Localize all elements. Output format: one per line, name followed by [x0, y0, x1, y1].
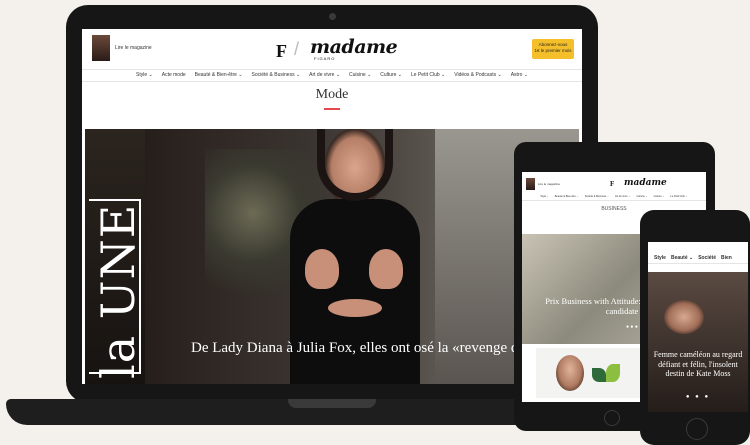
logo-divider: / — [294, 39, 300, 59]
site-header: Lire le magazine F / madame FIGARO Abonn… — [82, 29, 582, 70]
une-label: la UNE — [91, 203, 145, 379]
dress-cutout — [369, 249, 403, 289]
nav-item-societe[interactable]: Société & Business ⌄ — [251, 72, 300, 78]
laptop-screen: Lire le magazine F / madame FIGARO Abonn… — [82, 29, 582, 384]
dress-cutout — [328, 299, 382, 317]
magazine-cover-thumbnail[interactable] — [526, 178, 535, 190]
dress-cutout — [305, 249, 339, 289]
phone-screen: Style Beauté ⌄ Société Bien Femme camélé… — [648, 242, 748, 412]
figaro-logo-icon[interactable]: F — [610, 180, 614, 188]
nav-item-petit-club[interactable]: Le Petit Club ⌄ — [670, 195, 687, 198]
magazine-cover-thumbnail[interactable] — [92, 35, 110, 61]
nav-item-culture[interactable]: Culture ⌄ — [654, 195, 665, 198]
madame-logo[interactable]: madame — [624, 178, 667, 188]
camera-icon — [329, 13, 336, 20]
card-portrait — [556, 355, 584, 391]
subscribe-offer: 1€ le premier mois — [534, 48, 572, 53]
nav-item-cuisine[interactable]: Cuisine ⌄ — [349, 72, 371, 78]
social-icons[interactable]: ● ● ● — [648, 394, 748, 400]
section-title: Mode — [315, 87, 349, 102]
section-underline — [324, 108, 340, 110]
leaf-logo-icon — [592, 368, 606, 382]
hero-model-face — [664, 300, 704, 334]
phone-home-button — [686, 418, 708, 440]
nav-item-style[interactable]: Style ⌄ — [540, 195, 548, 198]
article-card[interactable] — [536, 348, 646, 398]
read-magazine-link[interactable]: Lire le magazine — [115, 45, 152, 51]
nav-item-style[interactable]: Style — [654, 255, 666, 261]
nav-item-style[interactable]: Style ⌄ — [136, 72, 153, 78]
nav-item-videos[interactable]: Vidéos & Podcasts ⌄ — [454, 72, 501, 78]
nav-item-astro[interactable]: Astro ⌄ — [511, 72, 528, 78]
nav-item-beaute[interactable]: Beauté & Bien-être ⌄ — [195, 72, 243, 78]
nav-item-art-de-vivre[interactable]: Art de vivre ⌄ — [309, 72, 340, 78]
main-nav: Style Beauté ⌄ Société Bien — [648, 252, 748, 264]
nav-item-acte-mode[interactable]: Acte mode — [162, 72, 186, 78]
nav-item-bien[interactable]: Bien — [721, 255, 732, 261]
laptop-notch — [288, 399, 376, 408]
figaro-logo-icon[interactable]: F — [276, 41, 287, 62]
nav-item-societe[interactable]: Société — [698, 255, 716, 261]
nav-item-societe[interactable]: Société & Business ⌄ — [585, 195, 609, 198]
nav-item-beaute[interactable]: Beauté & Bien-être ⌄ — [555, 195, 579, 198]
hero-headline[interactable]: Femme caméléon au regard défiant et féli… — [650, 350, 746, 379]
madame-logo[interactable]: madame — [310, 36, 398, 58]
main-nav: Style ⌄ Acte mode Beauté & Bien-être ⌄ S… — [82, 69, 582, 82]
read-magazine-link[interactable]: Lire le magazine — [538, 182, 560, 186]
nav-item-cuisine[interactable]: Cuisine ⌄ — [636, 195, 647, 198]
leaf-logo-icon — [606, 364, 620, 382]
nav-item-beaute[interactable]: Beauté ⌄ — [671, 255, 693, 261]
hero-article[interactable]: la UNE De Lady Diana à Julia Fox, elles … — [85, 129, 579, 384]
tablet-home-button — [604, 410, 620, 426]
nav-item-art-de-vivre[interactable]: Art de vivre ⌄ — [615, 195, 630, 198]
main-nav: Style ⌄ Beauté & Bien-être ⌄ Société & B… — [522, 192, 706, 201]
nav-item-culture[interactable]: Culture ⌄ — [380, 72, 402, 78]
logo-subtitle: FIGARO — [314, 56, 336, 61]
nav-item-petit-club[interactable]: Le Petit Club ⌄ — [411, 72, 445, 78]
hero-article[interactable] — [648, 272, 748, 412]
carousel-dots[interactable]: ● ● ● — [626, 324, 638, 330]
subscribe-button[interactable]: Abonnez-vous 1€ le premier mois — [532, 39, 574, 59]
